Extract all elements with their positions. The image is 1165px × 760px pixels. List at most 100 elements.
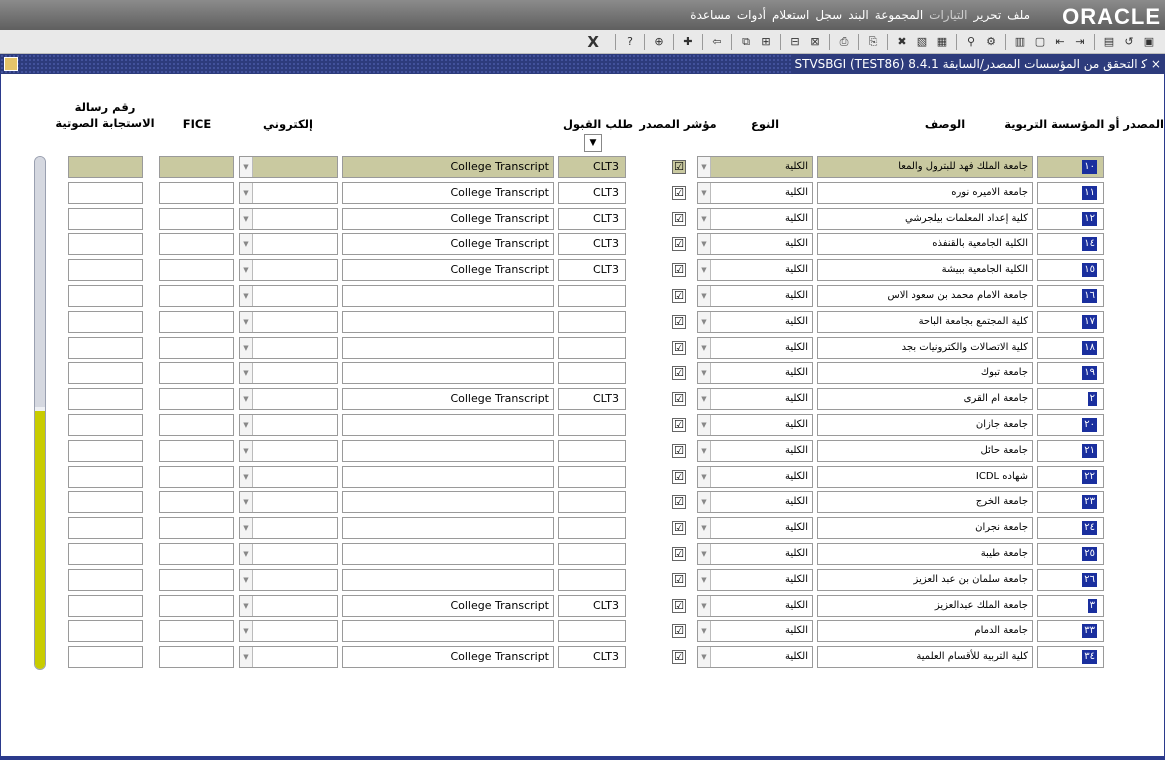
description-field[interactable]: جامعة الملك فهد للبترول والمعا: [817, 156, 1033, 178]
chevron-down-icon[interactable]: ▼: [240, 595, 253, 616]
transcript-description-field[interactable]: [342, 414, 554, 436]
chevron-down-icon[interactable]: ▼: [240, 157, 253, 177]
electronic-select[interactable]: ▼: [239, 517, 338, 540]
chevron-down-icon[interactable]: ▼: [698, 260, 711, 281]
chevron-down-icon[interactable]: ▼: [240, 544, 253, 564]
fice-field[interactable]: [159, 388, 234, 411]
electronic-select[interactable]: ▼: [239, 439, 338, 462]
description-field[interactable]: جامعة الامام محمد بن سعود الاس: [817, 285, 1033, 307]
type-select[interactable]: ▼ الكلية: [697, 517, 813, 540]
code-field[interactable]: ١٢: [1037, 207, 1104, 230]
chevron-down-icon[interactable]: ▼: [240, 466, 253, 487]
admission-request-field[interactable]: CLT3: [558, 207, 626, 230]
voice-response-field[interactable]: [68, 207, 143, 230]
transcript-description-field[interactable]: [342, 465, 554, 488]
admission-request-field[interactable]: CLT3: [558, 156, 626, 178]
transcript-description-field[interactable]: [342, 491, 554, 514]
voice-response-field[interactable]: [68, 285, 143, 307]
transcript-description-field[interactable]: College Transcript: [342, 156, 554, 178]
insert-record-icon[interactable]: ⊞: [758, 34, 774, 50]
electronic-select[interactable]: ▼: [239, 181, 338, 204]
electronic-select[interactable]: ▼: [239, 362, 338, 385]
electronic-select[interactable]: ▼: [239, 594, 338, 617]
source-indicator-checkbox[interactable]: ☑: [672, 263, 686, 278]
code-field[interactable]: ٢٤: [1037, 517, 1104, 540]
chevron-down-icon[interactable]: ▼: [240, 182, 253, 203]
voice-response-field[interactable]: [68, 362, 143, 385]
admission-request-field[interactable]: [558, 310, 626, 333]
chevron-down-icon[interactable]: ▼: [240, 647, 253, 668]
code-field[interactable]: ٣: [1037, 594, 1104, 617]
admission-request-field[interactable]: CLT3: [558, 646, 626, 669]
transcript-description-field[interactable]: [342, 439, 554, 462]
admission-request-field[interactable]: [558, 285, 626, 307]
menu-item[interactable]: تحرير: [971, 8, 1005, 22]
electronic-select[interactable]: ▼: [239, 285, 338, 307]
fice-field[interactable]: [159, 414, 234, 436]
type-select[interactable]: ▼ الكلية: [697, 388, 813, 411]
source-indicator-checkbox[interactable]: ☑: [672, 547, 686, 561]
code-field[interactable]: ١٥: [1037, 259, 1104, 282]
electronic-select[interactable]: ▼: [239, 310, 338, 333]
chevron-down-icon[interactable]: ▼: [698, 595, 711, 616]
help-circle-icon[interactable]: ?: [622, 34, 638, 50]
code-field[interactable]: ١٤: [1037, 233, 1104, 256]
description-field[interactable]: جامعة جازان: [817, 414, 1033, 436]
description-field[interactable]: جامعة الاميره نوره: [817, 181, 1033, 204]
chevron-down-icon[interactable]: ▼: [240, 569, 253, 590]
code-field[interactable]: ٢٣: [1037, 491, 1104, 514]
admission-request-field[interactable]: [558, 439, 626, 462]
chevron-down-icon[interactable]: ▼: [240, 286, 253, 306]
clear-record-icon[interactable]: ⊠: [807, 34, 823, 50]
code-field[interactable]: ٣٤: [1037, 646, 1104, 669]
description-field[interactable]: جامعة ام القرى: [817, 388, 1033, 411]
chevron-down-icon[interactable]: ▼: [698, 518, 711, 539]
source-indicator-checkbox[interactable]: ☑: [672, 443, 686, 458]
voice-response-field[interactable]: [68, 233, 143, 256]
chevron-down-icon[interactable]: ▼: [240, 260, 253, 281]
type-select[interactable]: ▼ الكلية: [697, 207, 813, 230]
code-field[interactable]: ٢: [1037, 388, 1104, 411]
chevron-down-icon[interactable]: ▼: [698, 415, 711, 435]
source-indicator-checkbox[interactable]: ☑: [672, 340, 686, 355]
voice-response-field[interactable]: [68, 491, 143, 514]
source-indicator-checkbox[interactable]: ☑: [672, 211, 686, 226]
fice-field[interactable]: [159, 156, 234, 178]
fice-field[interactable]: [159, 620, 234, 643]
transcript-description-field[interactable]: College Transcript: [342, 594, 554, 617]
fice-field[interactable]: [159, 207, 234, 230]
transcript-description-field[interactable]: [342, 568, 554, 591]
admission-request-field[interactable]: CLT3: [558, 594, 626, 617]
cancel-query-icon[interactable]: ✖: [894, 34, 910, 50]
next-block-icon[interactable]: ⇥: [1072, 34, 1088, 50]
chevron-down-icon[interactable]: ▼: [240, 492, 253, 513]
type-select[interactable]: ▼ الكلية: [697, 646, 813, 669]
type-select[interactable]: ▼ الكلية: [697, 465, 813, 488]
chevron-down-icon[interactable]: ▼: [698, 544, 711, 564]
fice-field[interactable]: [159, 181, 234, 204]
source-indicator-checkbox[interactable]: ☑: [672, 495, 686, 510]
code-field[interactable]: ١٦: [1037, 285, 1104, 307]
voice-response-field[interactable]: [68, 568, 143, 591]
voice-response-field[interactable]: [68, 156, 143, 178]
type-select[interactable]: ▼ الكلية: [697, 362, 813, 385]
chevron-down-icon[interactable]: ▼: [698, 621, 711, 642]
electronic-select[interactable]: ▼: [239, 414, 338, 436]
description-field[interactable]: الكلية الجامعية ببيشة: [817, 259, 1033, 282]
print-record-icon[interactable]: ⎙: [836, 34, 852, 50]
chevron-down-icon[interactable]: ▼: [240, 440, 253, 461]
description-field[interactable]: جامعة الخرج: [817, 491, 1033, 514]
electronic-select[interactable]: ▼: [239, 156, 338, 178]
menu-item[interactable]: استعلام: [769, 8, 812, 22]
code-field[interactable]: ١٨: [1037, 336, 1104, 359]
description-field[interactable]: جامعة سلمان بن عبد العزيز: [817, 568, 1033, 591]
chevron-down-icon[interactable]: ▼: [698, 363, 711, 384]
type-select[interactable]: ▼ الكلية: [697, 568, 813, 591]
code-field[interactable]: ١٠: [1037, 156, 1104, 178]
rollback-icon[interactable]: ↺: [1121, 34, 1137, 50]
chevron-down-icon[interactable]: ▼: [698, 569, 711, 590]
chevron-down-icon[interactable]: ▼: [698, 389, 711, 410]
fice-field[interactable]: [159, 646, 234, 669]
code-field[interactable]: ٢٢: [1037, 465, 1104, 488]
transcript-description-field[interactable]: College Transcript: [342, 233, 554, 256]
